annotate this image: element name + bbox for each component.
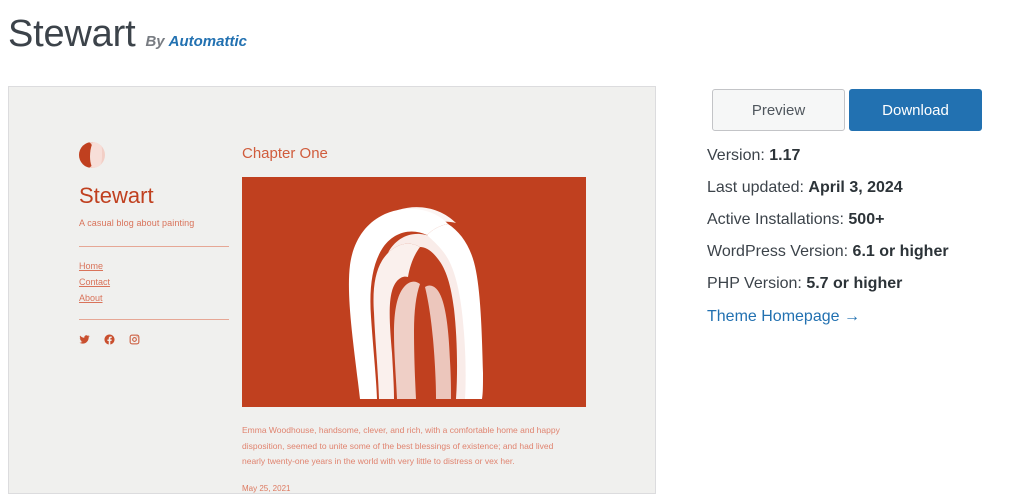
demo-site-tagline: A casual blog about painting [79, 218, 195, 229]
meta-value: 1.17 [769, 147, 801, 164]
theme-action-buttons: Preview Download [712, 89, 982, 131]
page-title: Stewart [8, 13, 136, 55]
download-button[interactable]: Download [849, 89, 982, 131]
meta-row-version: Version: 1.17 [707, 148, 1017, 164]
page-header: Stewart By Automattic [8, 13, 247, 56]
demo-sidebar: Stewart A casual blog about painting Hom… [79, 142, 229, 345]
post-date: May 25, 2021 [242, 484, 291, 494]
demo-site-name: Stewart [79, 183, 154, 208]
nav-item-about[interactable]: About [79, 293, 103, 303]
demo-nav: Home Contact About [79, 261, 229, 303]
site-logo-icon [79, 142, 105, 168]
theme-demo-preview: Stewart A casual blog about painting Hom… [9, 87, 655, 493]
post-excerpt: Emma Woodhouse, handsome, clever, and ri… [242, 425, 560, 467]
facebook-icon[interactable] [104, 334, 115, 345]
post-title[interactable]: Chapter One [242, 145, 592, 163]
meta-value: April 3, 2024 [808, 179, 903, 196]
social-links [79, 334, 229, 345]
meta-value: 500+ [848, 211, 885, 228]
byline: By Automattic [145, 33, 247, 50]
meta-row-active-installations: Active Installations: 500+ [707, 212, 1017, 228]
meta-value: 6.1 or higher [852, 243, 949, 260]
twitter-icon[interactable] [79, 334, 90, 345]
meta-label: Active Installations: [707, 211, 844, 228]
meta-label: WordPress Version: [707, 243, 849, 260]
meta-label: PHP Version: [707, 275, 802, 292]
demo-content: Chapter One Emma Woodhouse, handsome, cl… [242, 145, 592, 493]
preview-button[interactable]: Preview [712, 89, 845, 131]
meta-value: 5.7 or higher [806, 275, 903, 292]
theme-homepage-link[interactable]: Theme Homepage → [707, 309, 860, 325]
nav-item-home[interactable]: Home [79, 261, 103, 271]
divider [79, 319, 229, 321]
instagram-icon[interactable] [129, 334, 140, 345]
meta-label: Last updated: [707, 179, 804, 196]
divider [79, 246, 229, 248]
by-label: By [145, 33, 165, 50]
author-link[interactable]: Automattic [169, 33, 247, 50]
meta-row-php-version: PHP Version: 5.7 or higher [707, 276, 1017, 292]
meta-row-wordpress-version: WordPress Version: 6.1 or higher [707, 244, 1017, 260]
meta-label: Version: [707, 147, 765, 164]
abstract-brushstroke-artwork [348, 207, 483, 399]
post-featured-image [242, 177, 586, 407]
theme-screenshot-card[interactable]: Stewart A casual blog about painting Hom… [8, 86, 656, 494]
theme-meta-list: Version: 1.17 Last updated: April 3, 202… [707, 148, 1017, 326]
nav-item-contact[interactable]: Contact [79, 277, 110, 287]
meta-row-last-updated: Last updated: April 3, 2024 [707, 180, 1017, 196]
